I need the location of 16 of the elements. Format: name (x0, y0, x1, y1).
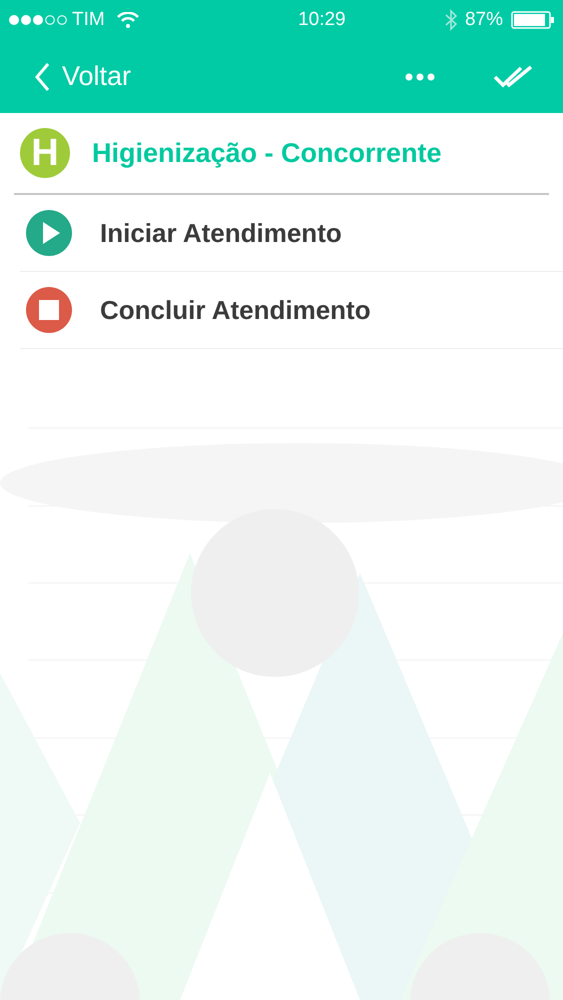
battery-percent: 87% (464, 8, 503, 32)
status-time: 10:29 (298, 8, 346, 32)
more-icon (405, 72, 435, 80)
wifi-icon (116, 12, 139, 28)
category-icon: H (20, 128, 70, 178)
bluetooth-icon (444, 9, 457, 31)
section-title: Higienização - Concorrente (92, 136, 442, 170)
battery-icon (510, 11, 555, 29)
double-check-icon (493, 64, 533, 88)
stop-icon (26, 287, 72, 333)
action-item[interactable]: Iniciar Atendimento (20, 195, 563, 272)
play-icon (26, 210, 72, 256)
action-item[interactable]: Concluir Atendimento (20, 272, 563, 349)
back-chevron-icon (34, 62, 50, 92)
carrier-name: TIM (72, 8, 105, 32)
signal-icon (8, 14, 68, 26)
